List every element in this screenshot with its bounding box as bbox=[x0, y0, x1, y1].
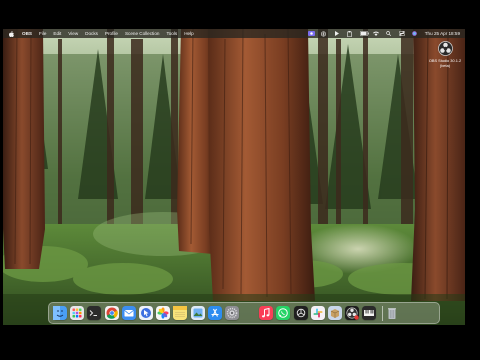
dock-separator bbox=[381, 305, 383, 321]
menu-scene-collection[interactable]: Scene Collection bbox=[125, 31, 159, 36]
wallpaper-redwood-forest bbox=[3, 29, 465, 325]
obs-studio-icon bbox=[437, 41, 453, 56]
obs-studio-icon[interactable] bbox=[345, 306, 360, 320]
notes-icon[interactable] bbox=[173, 306, 188, 320]
bluetooth-icon[interactable] bbox=[320, 31, 327, 37]
wifi-icon[interactable] bbox=[372, 31, 379, 36]
menu-bar: OBS File Edit View Docks Profile Scene C… bbox=[3, 29, 465, 38]
menu-file[interactable]: File bbox=[39, 31, 46, 36]
cursor-icon[interactable] bbox=[138, 306, 153, 320]
trash-icon[interactable] bbox=[385, 306, 399, 320]
piano-icon[interactable] bbox=[362, 306, 377, 320]
dock bbox=[48, 302, 440, 324]
obs-recording-icon[interactable] bbox=[307, 31, 315, 36]
menu-clock[interactable]: Thu 25 Apr 18:59 bbox=[425, 31, 460, 36]
mail-icon[interactable] bbox=[121, 306, 136, 320]
search-icon[interactable] bbox=[385, 31, 392, 36]
desktop-item-obs-studio[interactable]: OBS Studio 30.1.2 (beta) bbox=[425, 41, 465, 68]
finder-icon[interactable] bbox=[53, 306, 67, 320]
app-store-icon[interactable] bbox=[207, 306, 222, 320]
play-icon[interactable] bbox=[334, 31, 340, 36]
desktop-screen: OBS File Edit View Docks Profile Scene C… bbox=[3, 29, 465, 325]
menu-app-name[interactable]: OBS bbox=[22, 31, 32, 36]
menu-view[interactable]: View bbox=[68, 31, 78, 36]
menu-edit[interactable]: Edit bbox=[53, 31, 61, 36]
battery-icon[interactable] bbox=[359, 31, 369, 36]
whatsapp-icon[interactable] bbox=[276, 306, 291, 320]
launchpad-icon[interactable] bbox=[70, 306, 85, 320]
empty-slot-icon bbox=[242, 306, 256, 320]
music-icon[interactable] bbox=[259, 306, 274, 320]
apple-logo-icon[interactable] bbox=[9, 31, 15, 37]
menu-help[interactable]: Help bbox=[184, 31, 193, 36]
terminal-icon[interactable] bbox=[87, 306, 102, 320]
clipboard-icon[interactable] bbox=[346, 31, 353, 37]
desktop-item-label-line2: (beta) bbox=[439, 62, 451, 68]
control-center-icon[interactable] bbox=[398, 31, 405, 36]
chatgpt-icon[interactable] bbox=[293, 306, 308, 320]
menu-docks[interactable]: Docks bbox=[85, 31, 98, 36]
menu-tools[interactable]: Tools bbox=[166, 31, 177, 36]
chrome-icon[interactable] bbox=[104, 306, 119, 320]
installer-icon[interactable] bbox=[328, 306, 342, 320]
preview-icon[interactable] bbox=[190, 306, 205, 320]
menu-profile[interactable]: Profile bbox=[105, 31, 118, 36]
photos-icon[interactable] bbox=[156, 306, 171, 320]
siri-icon[interactable] bbox=[412, 31, 418, 36]
slack-icon[interactable] bbox=[310, 306, 325, 320]
system-settings-icon[interactable] bbox=[224, 306, 239, 320]
